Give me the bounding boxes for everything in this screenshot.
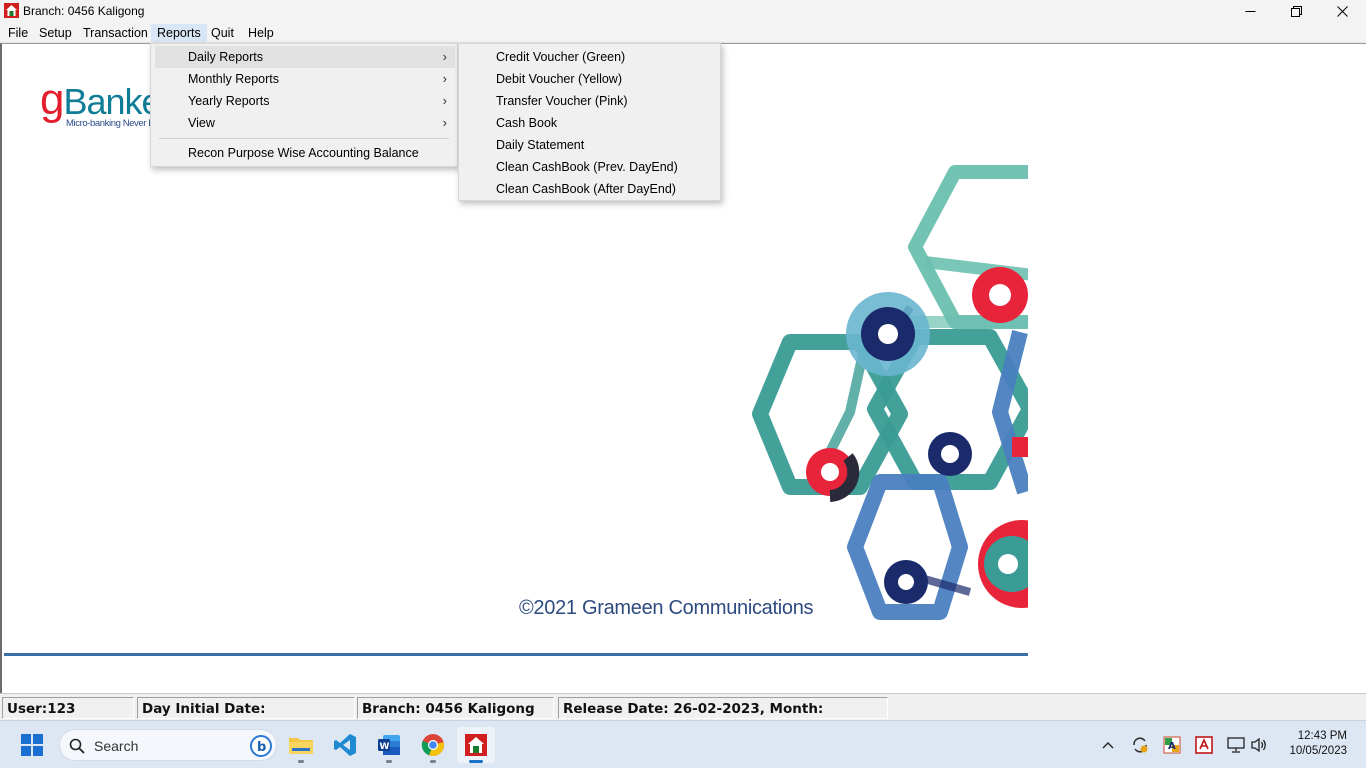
svg-text:W: W xyxy=(380,742,390,752)
menu-item-cash-book[interactable]: Cash Book xyxy=(463,112,718,134)
taskbar-word[interactable]: W xyxy=(370,727,408,763)
taskbar: Search b W A 12:43 PM 10/05/2023 xyxy=(0,720,1366,768)
taskbar-clock[interactable]: 12:43 PM 10/05/2023 xyxy=(1289,729,1347,759)
active-indicator xyxy=(469,760,483,763)
taskbar-vscode[interactable] xyxy=(326,727,364,763)
word-icon: W xyxy=(378,735,400,755)
copyright-text: ©2021 Grameen Communications xyxy=(519,597,814,619)
logo-text: Banke xyxy=(63,81,161,122)
window-title: Branch: 0456 Kaligong xyxy=(23,4,145,18)
menu-item-label: Monthly Reports xyxy=(188,72,280,86)
status-bar: User:123 Day Initial Date: 09/05/2023 Br… xyxy=(0,693,1366,739)
language-icon[interactable]: A xyxy=(1162,735,1182,755)
chevron-right-icon: › xyxy=(442,71,447,86)
status-branch: Branch: 0456 Kaligong xyxy=(357,697,554,719)
menu-item-transfer-voucher[interactable]: Transfer Voucher (Pink) xyxy=(463,90,718,112)
menu-reports[interactable]: Reports xyxy=(151,24,207,42)
menu-item-clean-cashbook-prev[interactable]: Clean CashBook (Prev. DayEnd) xyxy=(463,156,718,178)
menu-item-recon-balance[interactable]: Recon Purpose Wise Accounting Balance xyxy=(155,142,455,164)
menu-item-label: View xyxy=(188,116,215,130)
minimize-icon xyxy=(1245,10,1255,12)
title-bar: Branch: 0456 Kaligong xyxy=(0,0,1366,22)
menu-item-label: Yearly Reports xyxy=(188,94,270,108)
menu-item-monthly-reports[interactable]: Monthly Reports › xyxy=(155,68,455,90)
taskbar-gbanker[interactable] xyxy=(457,727,495,763)
search-icon xyxy=(69,738,85,754)
gbanker-logo: gBanke Micro-banking Never Eas xyxy=(40,78,164,130)
hexagon-artwork xyxy=(752,165,1028,620)
network-icon[interactable] xyxy=(1226,735,1246,755)
acrobat-icon[interactable] xyxy=(1194,735,1214,755)
running-indicator xyxy=(430,760,436,763)
running-indicator xyxy=(386,760,392,763)
menu-bar: File Setup Transaction Reports Quit Help xyxy=(0,22,1366,43)
folder-icon xyxy=(289,738,313,754)
logo-tagline: Micro-banking Never Eas xyxy=(66,118,164,129)
windows-start-icon[interactable] xyxy=(21,734,43,756)
menu-item-debit-voucher[interactable]: Debit Voucher (Yellow) xyxy=(463,68,718,90)
running-indicator xyxy=(298,760,304,763)
taskbar-chrome[interactable] xyxy=(414,727,452,763)
chevron-right-icon: › xyxy=(442,115,447,130)
menu-setup[interactable]: Setup xyxy=(33,24,78,42)
vscode-icon xyxy=(334,734,356,756)
taskbar-file-explorer[interactable] xyxy=(282,727,320,763)
restore-icon xyxy=(1290,5,1302,17)
status-release-date: Release Date: 26-02-2023, Month: Feb/202… xyxy=(558,697,888,739)
volume-icon[interactable] xyxy=(1249,735,1269,755)
search-placeholder: Search xyxy=(94,738,139,754)
splash-divider xyxy=(4,653,1028,656)
logo-g: g xyxy=(40,75,65,124)
menu-item-label: Daily Reports xyxy=(188,50,264,64)
minimize-button[interactable] xyxy=(1227,0,1273,22)
menu-item-clean-cashbook-after[interactable]: Clean CashBook (After DayEnd) xyxy=(463,178,718,200)
menu-item-label: Recon Purpose Wise Accounting Balance xyxy=(188,146,419,160)
menu-file[interactable]: File xyxy=(2,24,34,42)
restore-button[interactable] xyxy=(1273,0,1319,22)
bing-icon[interactable]: b xyxy=(250,735,272,757)
clock-time: 12:43 PM xyxy=(1297,730,1347,742)
menu-separator xyxy=(159,138,449,139)
menu-help[interactable]: Help xyxy=(242,24,280,42)
svg-text:b: b xyxy=(257,740,266,755)
sync-icon[interactable] xyxy=(1130,735,1150,755)
close-button[interactable] xyxy=(1319,0,1365,22)
chevron-right-icon: › xyxy=(442,93,447,108)
daily-reports-submenu: Credit Voucher (Green) Debit Voucher (Ye… xyxy=(458,43,721,201)
gbanker-app-icon xyxy=(465,734,487,756)
gbanker-app-icon xyxy=(4,3,19,18)
menu-item-daily-reports[interactable]: Daily Reports › xyxy=(155,46,455,68)
menu-item-daily-statement[interactable]: Daily Statement xyxy=(463,134,718,156)
menu-transaction[interactable]: Transaction xyxy=(77,24,154,42)
menu-item-yearly-reports[interactable]: Yearly Reports › xyxy=(155,90,455,112)
clock-date: 10/05/2023 xyxy=(1289,745,1347,757)
status-user: User:123 xyxy=(2,697,134,719)
chrome-icon xyxy=(421,734,444,757)
menu-quit[interactable]: Quit xyxy=(205,24,240,42)
menu-item-view[interactable]: View › xyxy=(155,112,455,134)
taskbar-search[interactable]: Search b xyxy=(59,729,277,761)
close-icon xyxy=(1336,5,1348,17)
chevron-up-icon[interactable] xyxy=(1098,735,1118,755)
status-day-initial-date: Day Initial Date: 09/05/2023 xyxy=(137,697,355,739)
menu-item-credit-voucher[interactable]: Credit Voucher (Green) xyxy=(463,46,718,68)
chevron-right-icon: › xyxy=(442,49,447,64)
reports-dropdown: Daily Reports › Monthly Reports › Yearly… xyxy=(150,43,458,167)
svg-text:A: A xyxy=(1168,741,1176,752)
